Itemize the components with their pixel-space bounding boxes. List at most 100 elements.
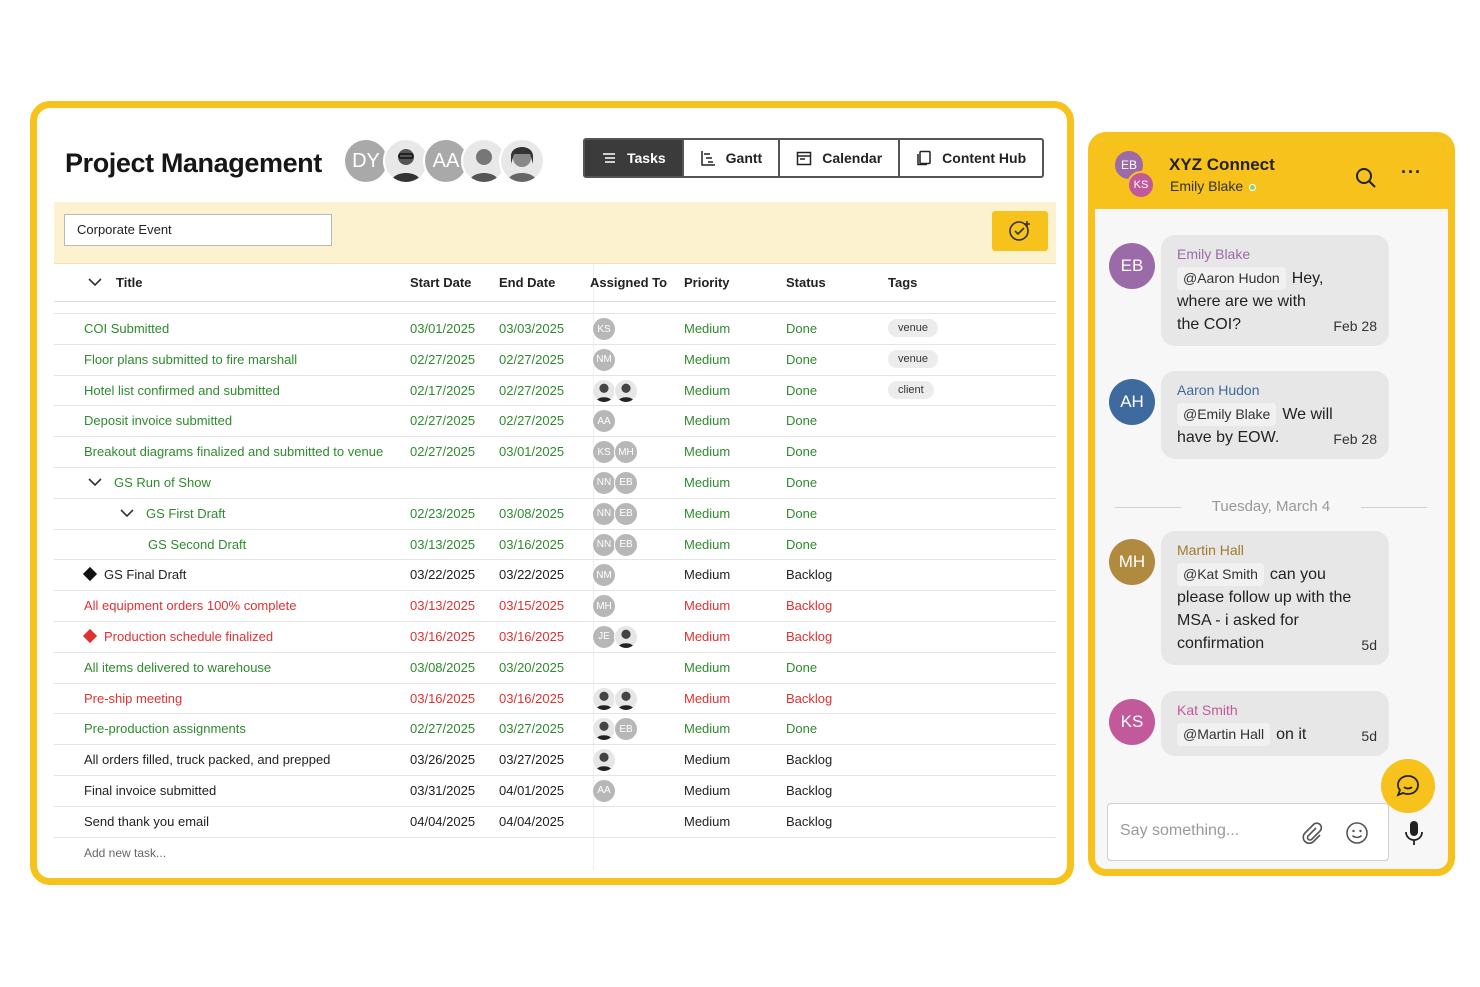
assignee-avatar[interactable]: AA bbox=[592, 409, 616, 434]
task-priority[interactable]: Medium bbox=[684, 721, 730, 736]
assignee-avatar[interactable] bbox=[592, 717, 616, 742]
assignee-avatar[interactable]: NM bbox=[592, 347, 616, 372]
header-assigned-to[interactable]: Assigned To bbox=[590, 275, 667, 290]
project-select[interactable]: Corporate Event bbox=[64, 214, 332, 246]
mention-chip[interactable]: @Martin Hall bbox=[1177, 723, 1271, 746]
add-task-label[interactable]: Add new task... bbox=[84, 846, 166, 860]
task-priority[interactable]: Medium bbox=[684, 383, 730, 398]
task-priority[interactable]: Medium bbox=[684, 660, 730, 675]
message-bubble[interactable]: Emily Blake @Aaron Hudon Hey, where are we … bbox=[1161, 235, 1389, 346]
task-title[interactable]: GS First Draft bbox=[146, 506, 225, 521]
paperclip-icon[interactable] bbox=[1300, 821, 1324, 845]
message-bubble[interactable]: Kat Smith @Martin Hall on it 5d bbox=[1161, 691, 1389, 756]
tab-gantt[interactable]: Gantt bbox=[684, 140, 781, 176]
assignee-avatar[interactable]: NN bbox=[592, 501, 616, 526]
task-title[interactable]: COI Submitted bbox=[84, 321, 169, 336]
assignee-avatar[interactable]: KS bbox=[592, 440, 616, 465]
task-status[interactable]: Done bbox=[786, 383, 817, 398]
task-priority[interactable]: Medium bbox=[684, 629, 730, 644]
task-start-date[interactable]: 03/01/2025 bbox=[410, 321, 475, 336]
task-end-date[interactable]: 03/27/2025 bbox=[499, 721, 564, 736]
header-title[interactable]: Title bbox=[116, 275, 143, 290]
task-title[interactable]: Breakout diagrams finalized and submitte… bbox=[84, 444, 383, 459]
task-status[interactable]: Done bbox=[786, 321, 817, 336]
task-end-date[interactable]: 02/27/2025 bbox=[499, 413, 564, 428]
table-row[interactable]: Production schedule finalized 03/16/2025 0… bbox=[54, 622, 1056, 653]
task-title[interactable]: Floor plans submitted to fire marshall bbox=[84, 352, 297, 367]
task-end-date[interactable]: 03/16/2025 bbox=[499, 629, 564, 644]
message-input[interactable] bbox=[1120, 822, 1290, 840]
task-end-date[interactable]: 04/01/2025 bbox=[499, 783, 564, 798]
task-status[interactable]: Backlog bbox=[786, 783, 832, 798]
table-row[interactable]: GS First Draft 02/23/2025 03/08/2025 NN EB Me… bbox=[54, 499, 1056, 530]
task-status[interactable]: Backlog bbox=[786, 567, 832, 582]
table-row[interactable]: All items delivered to warehouse 03/08/20… bbox=[54, 653, 1056, 684]
task-priority[interactable]: Medium bbox=[684, 567, 730, 582]
table-row[interactable]: COI Submitted 03/01/2025 03/03/2025 KS Mediu… bbox=[54, 314, 1056, 345]
task-title[interactable]: Send thank you email bbox=[84, 814, 209, 829]
task-start-date[interactable]: 03/16/2025 bbox=[410, 629, 475, 644]
mention-chip[interactable]: @Kat Smith bbox=[1177, 563, 1264, 586]
task-end-date[interactable]: 03/16/2025 bbox=[499, 691, 564, 706]
header-end-date[interactable]: End Date bbox=[499, 275, 555, 290]
task-start-date[interactable]: 04/04/2025 bbox=[410, 814, 475, 829]
header-tags[interactable]: Tags bbox=[888, 275, 917, 290]
task-status[interactable]: Done bbox=[786, 537, 817, 552]
task-end-date[interactable]: 03/03/2025 bbox=[499, 321, 564, 336]
task-end-date[interactable]: 02/27/2025 bbox=[499, 352, 564, 367]
task-start-date[interactable]: 02/27/2025 bbox=[410, 444, 475, 459]
add-task-row[interactable]: Add new task... bbox=[54, 838, 1056, 868]
avatar[interactable]: EB bbox=[1109, 243, 1155, 289]
table-row[interactable]: Breakout diagrams finalized and submitte… bbox=[54, 437, 1056, 468]
task-title[interactable]: GS Run of Show bbox=[114, 475, 211, 490]
assignee-avatar[interactable]: KS bbox=[592, 317, 616, 341]
tab-content-hub[interactable]: Content Hub bbox=[900, 140, 1042, 176]
avatar[interactable]: KS bbox=[1109, 699, 1155, 745]
table-row[interactable]: Hotel list confirmed and submitted 02/17/… bbox=[54, 376, 1056, 407]
table-row[interactable]: Deposit invoice submitted 02/27/2025 02/27… bbox=[54, 406, 1056, 438]
task-end-date[interactable]: 03/01/2025 bbox=[499, 444, 564, 459]
avatar-photo[interactable] bbox=[499, 138, 545, 184]
task-status[interactable]: Done bbox=[786, 721, 817, 736]
message-bubble[interactable]: Martin Hall @Kat Smith can you please follo… bbox=[1161, 531, 1389, 665]
task-priority[interactable]: Medium bbox=[684, 352, 730, 367]
new-chat-button[interactable] bbox=[1381, 759, 1435, 813]
assignee-avatar[interactable]: NM bbox=[592, 563, 616, 588]
add-task-button[interactable] bbox=[992, 211, 1048, 251]
header-priority[interactable]: Priority bbox=[684, 275, 730, 290]
task-priority[interactable]: Medium bbox=[684, 537, 730, 552]
task-start-date[interactable]: 03/13/2025 bbox=[410, 598, 475, 613]
task-status[interactable]: Backlog bbox=[786, 598, 832, 613]
task-status[interactable]: Backlog bbox=[786, 814, 832, 829]
task-status[interactable]: Backlog bbox=[786, 691, 832, 706]
table-row[interactable]: All orders filled, truck packed, and pre… bbox=[54, 745, 1056, 776]
assignee-avatar[interactable] bbox=[614, 624, 638, 649]
task-status[interactable]: Done bbox=[786, 660, 817, 675]
table-row[interactable]: Floor plans submitted to fire marshall 02… bbox=[54, 345, 1056, 376]
task-title[interactable]: Pre-ship meeting bbox=[84, 691, 182, 706]
task-priority[interactable]: Medium bbox=[684, 783, 730, 798]
task-start-date[interactable]: 02/27/2025 bbox=[410, 352, 475, 367]
task-tag[interactable]: venue bbox=[888, 349, 938, 368]
task-end-date[interactable]: 03/08/2025 bbox=[499, 506, 564, 521]
task-start-date[interactable]: 03/31/2025 bbox=[410, 783, 475, 798]
table-row[interactable]: Pre-ship meeting 03/16/2025 03/16/2025 Medi… bbox=[54, 684, 1056, 715]
task-title[interactable]: Hotel list confirmed and submitted bbox=[84, 383, 280, 398]
tab-calendar[interactable]: Calendar bbox=[780, 140, 901, 176]
table-row[interactable]: GS Final Draft 03/22/2025 03/22/2025 NM Medi… bbox=[54, 560, 1056, 592]
table-row[interactable]: GS Second Draft 03/13/2025 03/16/2025 NN EB M… bbox=[54, 530, 1056, 561]
task-end-date[interactable]: 03/27/2025 bbox=[499, 752, 564, 767]
assignee-avatar[interactable]: EB bbox=[614, 532, 638, 557]
assignee-avatar[interactable]: EB bbox=[614, 501, 638, 526]
header-status[interactable]: Status bbox=[786, 275, 826, 290]
task-start-date[interactable]: 03/26/2025 bbox=[410, 752, 475, 767]
task-priority[interactable]: Medium bbox=[684, 475, 730, 490]
task-start-date[interactable]: 02/17/2025 bbox=[410, 383, 475, 398]
chevron-down-icon[interactable] bbox=[120, 508, 134, 518]
avatar[interactable]: AH bbox=[1109, 379, 1155, 425]
search-icon[interactable] bbox=[1355, 167, 1377, 189]
task-title[interactable]: All orders filled, truck packed, and pre… bbox=[84, 752, 330, 767]
task-end-date[interactable]: 03/20/2025 bbox=[499, 660, 564, 675]
assignee-avatar[interactable] bbox=[592, 378, 616, 403]
task-priority[interactable]: Medium bbox=[684, 444, 730, 459]
